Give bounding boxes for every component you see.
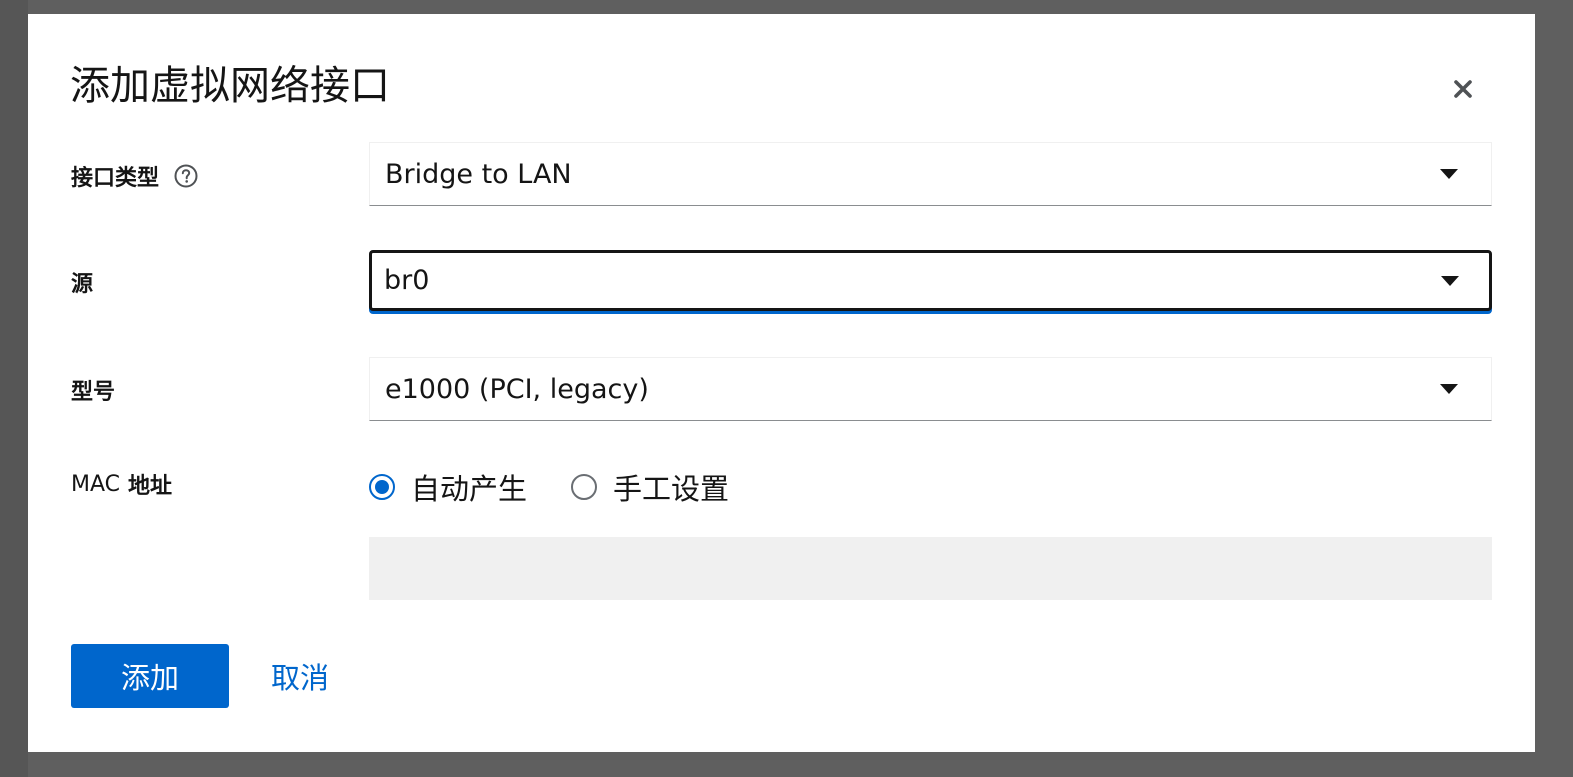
interface-type-value: Bridge to LAN bbox=[385, 158, 572, 190]
add-network-interface-dialog: 添加虚拟网络接口 接口类型 Bridge to LAN 源 br0 型号 e10… bbox=[28, 14, 1535, 752]
add-button[interactable]: 添加 bbox=[71, 644, 229, 708]
dialog-title: 添加虚拟网络接口 bbox=[70, 63, 390, 109]
chevron-down-icon bbox=[1440, 384, 1458, 394]
source-select[interactable]: br0 bbox=[369, 250, 1492, 311]
help-circle-icon[interactable] bbox=[173, 163, 199, 189]
close-button[interactable] bbox=[1446, 72, 1480, 106]
model-label-text: 型号 bbox=[71, 380, 116, 405]
model-label: 型号 bbox=[71, 373, 115, 407]
model-value: e1000 (PCI, legacy) bbox=[385, 373, 649, 405]
radio-auto-generate-label: 自动产生 bbox=[411, 472, 528, 506]
model-select[interactable]: e1000 (PCI, legacy) bbox=[369, 357, 1492, 421]
mac-label-prefix: MAC bbox=[71, 471, 121, 497]
close-icon bbox=[1454, 80, 1472, 98]
source-label-text: 源 bbox=[71, 272, 94, 297]
mac-address-label: MAC 地址 bbox=[71, 467, 172, 501]
radio-manual-set-label: 手工设置 bbox=[613, 472, 730, 506]
radio-manual-set[interactable]: 手工设置 bbox=[571, 466, 729, 508]
backdrop-strip bbox=[0, 0, 28, 777]
interface-type-select[interactable]: Bridge to LAN bbox=[369, 142, 1492, 206]
radio-unchecked-icon[interactable] bbox=[571, 474, 598, 500]
mac-radio-group: 自动产生 手工设置 bbox=[369, 467, 773, 507]
source-value: br0 bbox=[384, 265, 430, 296]
mac-address-input-disabled bbox=[369, 537, 1492, 600]
cancel-button[interactable]: 取消 bbox=[261, 644, 339, 708]
mac-label-suffix: 地址 bbox=[128, 474, 173, 499]
radio-auto-generate[interactable]: 自动产生 bbox=[369, 466, 527, 508]
chevron-down-icon bbox=[1441, 275, 1459, 286]
source-label: 源 bbox=[71, 265, 93, 299]
interface-type-label-text: 接口类型 bbox=[71, 166, 160, 191]
interface-type-label: 接口类型 bbox=[71, 159, 199, 193]
radio-checked-icon[interactable] bbox=[369, 474, 395, 500]
chevron-down-icon bbox=[1440, 169, 1458, 179]
